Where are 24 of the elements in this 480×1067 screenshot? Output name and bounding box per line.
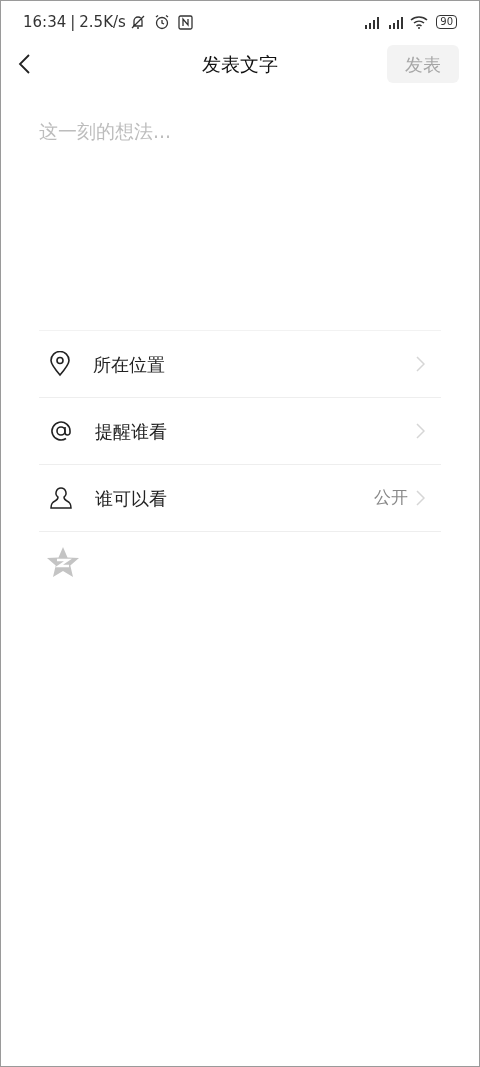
option-label: 提醒谁看 xyxy=(95,419,167,444)
network-speed: 2.5K/s xyxy=(79,11,126,33)
battery-indicator: 90 xyxy=(436,15,457,29)
person-icon xyxy=(49,486,73,510)
page-title: 发表文字 xyxy=(202,51,278,77)
mute-bell-icon xyxy=(129,14,146,30)
nfc-icon xyxy=(177,14,193,30)
star-icon[interactable] xyxy=(46,546,80,578)
option-row[interactable]: 提醒谁看 xyxy=(39,398,441,465)
status-separator: | xyxy=(70,11,76,33)
option-row[interactable]: 所在位置 xyxy=(39,331,441,398)
location-pin-icon xyxy=(49,351,71,377)
wifi-icon xyxy=(410,15,429,29)
option-label: 谁可以看 xyxy=(95,486,167,511)
chevron-right-icon xyxy=(416,490,425,506)
option-value: 公开 xyxy=(374,486,408,510)
back-icon[interactable] xyxy=(17,53,31,75)
status-time: 16:34 xyxy=(23,11,67,33)
chevron-right-icon xyxy=(416,356,425,372)
at-sign-icon xyxy=(49,419,73,443)
option-row[interactable]: 谁可以看 公开 xyxy=(39,465,441,532)
chevron-right-icon xyxy=(416,423,425,439)
alarm-icon xyxy=(153,14,170,30)
option-label: 所在位置 xyxy=(93,352,165,377)
